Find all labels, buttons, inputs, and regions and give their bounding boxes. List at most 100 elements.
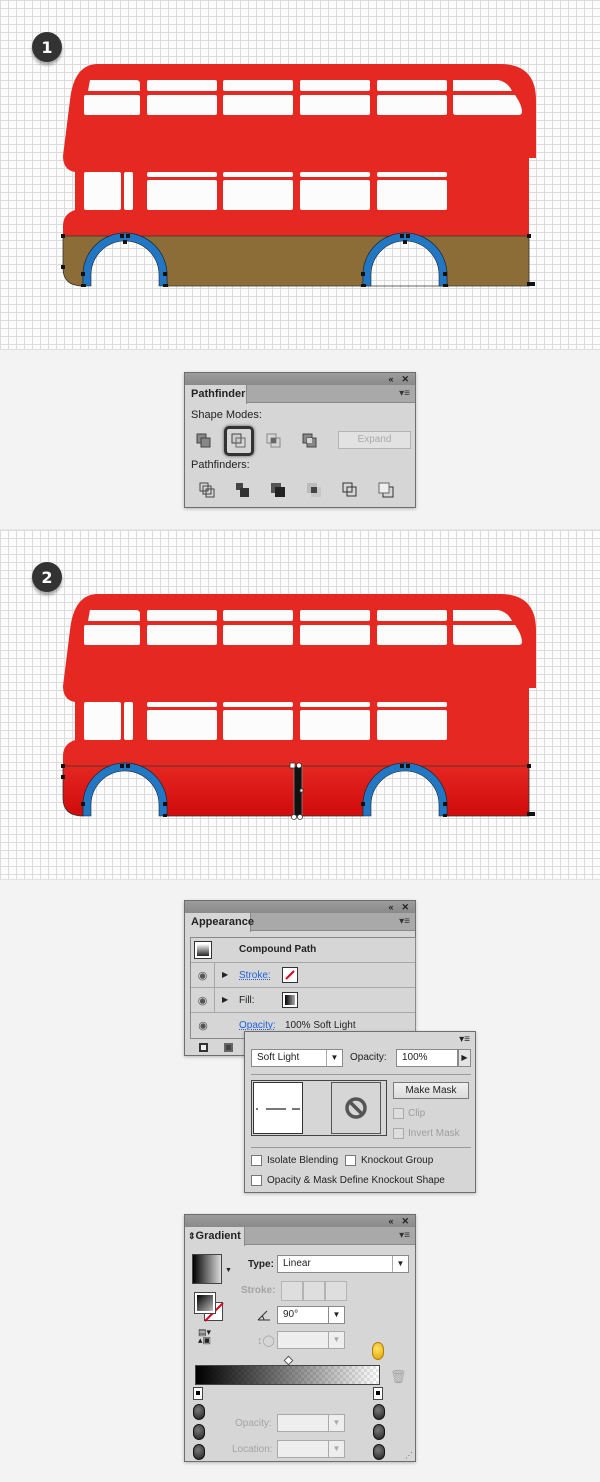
link-icon[interactable]	[373, 1424, 385, 1440]
gradient-stop-transparent[interactable]	[373, 1387, 383, 1400]
no-mask-icon	[345, 1097, 367, 1119]
panel-menu-icon[interactable]: ▾≡	[459, 1034, 470, 1045]
clip-checkbox[interactable]	[393, 1108, 404, 1119]
opacity-value: 100% Soft Light	[285, 1020, 356, 1031]
stroke-swatch[interactable]	[282, 967, 298, 983]
minus-back-icon	[378, 482, 394, 498]
panel-menu-icon[interactable]: ▾≡	[399, 1230, 410, 1241]
visibility-eye-icon[interactable]: ◉	[191, 988, 215, 1012]
fill-stroke-indicator[interactable]	[194, 1292, 225, 1323]
chevron-down-icon: ▼	[328, 1415, 344, 1431]
invert-mask-label: Invert Mask	[408, 1128, 460, 1139]
object-row[interactable]: Compound Path	[191, 938, 415, 963]
blend-mode-dropdown[interactable]: Soft Light ▼	[251, 1049, 343, 1067]
gradient-presets-arrow-icon[interactable]: ▼	[225, 1267, 232, 1274]
link-icon[interactable]	[193, 1444, 205, 1460]
merge-button[interactable]	[267, 479, 289, 501]
link-icon[interactable]	[373, 1444, 385, 1460]
expand-triangle-icon[interactable]: ▶	[222, 970, 228, 979]
collapse-icon[interactable]: «	[388, 902, 393, 912]
type-label: Type:	[248, 1259, 274, 1270]
minus-back-button[interactable]	[375, 479, 397, 501]
minus-front-button[interactable]	[228, 430, 250, 452]
collapse-icon[interactable]: «	[388, 374, 393, 384]
tab-gradient[interactable]: ⇕Gradient	[185, 1227, 245, 1246]
isolate-blending-checkbox[interactable]	[251, 1155, 262, 1166]
opacity-input[interactable]: 100%	[396, 1049, 458, 1067]
tab-appearance[interactable]: Appearance	[185, 913, 254, 932]
location-label: Location:	[232, 1444, 273, 1455]
exclude-icon	[302, 433, 317, 448]
close-icon[interactable]: ✕	[401, 902, 409, 912]
close-icon[interactable]: ✕	[401, 374, 409, 384]
type-value: Linear	[283, 1258, 311, 1269]
panel-menu-icon[interactable]: ▾≡	[399, 916, 410, 927]
stroke-along-button[interactable]	[303, 1281, 325, 1301]
intersect-button[interactable]	[263, 430, 285, 452]
expand-triangle-icon[interactable]: ▶	[222, 995, 228, 1004]
trim-icon	[236, 483, 249, 497]
opacity-mask-knockout-checkbox[interactable]	[251, 1175, 262, 1186]
gradient-stop-black[interactable]	[193, 1387, 203, 1400]
midpoint-diamond[interactable]	[283, 1355, 294, 1366]
crop-button[interactable]	[303, 479, 325, 501]
dash-preview-icon	[256, 1108, 300, 1110]
stroke-within-button[interactable]	[281, 1281, 303, 1301]
merge-icon	[271, 483, 285, 497]
chevron-down-icon: ▼	[328, 1307, 344, 1323]
make-mask-button[interactable]: Make Mask	[393, 1082, 469, 1099]
unite-button[interactable]	[193, 430, 215, 452]
stroke-across-button[interactable]	[325, 1281, 347, 1301]
divide-button[interactable]	[196, 479, 218, 501]
add-new-fill-icon[interactable]	[224, 1043, 233, 1052]
stroke-link[interactable]: Stroke:	[239, 970, 271, 981]
type-dropdown[interactable]: Linear ▼	[277, 1255, 409, 1273]
minus-front-icon	[231, 433, 246, 448]
opacity-link[interactable]: Opacity:	[239, 1020, 276, 1031]
crop-icon	[307, 483, 321, 497]
collapse-icon[interactable]: «	[388, 1216, 393, 1226]
gradient-panel: « ✕ ⇕Gradient ▾≡ ▼ ▤▾ ▴▣ Type: Linear ▼ S…	[184, 1214, 416, 1462]
opacity-slider-arrow[interactable]: ▶	[458, 1049, 471, 1067]
fill-row[interactable]: ◉ ▶ Fill:	[191, 988, 415, 1013]
visibility-eye-icon[interactable]: ◉	[191, 1013, 215, 1038]
fill-gradient-swatch[interactable]	[194, 1292, 216, 1314]
trim-button[interactable]	[231, 479, 253, 501]
expand-button[interactable]: Expand	[338, 431, 411, 449]
reverse-gradient-icon[interactable]: ▤▾ ▴▣	[198, 1328, 211, 1345]
mask-thumbnail[interactable]	[331, 1082, 381, 1134]
aspect-ratio-input[interactable]: ▼	[277, 1331, 345, 1349]
panel-titlebar[interactable]: « ✕	[185, 373, 415, 385]
panel-menu-icon[interactable]: ▾≡	[399, 388, 410, 399]
fill-swatch[interactable]	[282, 992, 298, 1008]
invert-mask-checkbox[interactable]	[393, 1128, 404, 1139]
link-icon-highlighted[interactable]	[372, 1342, 384, 1360]
tab-label: Gradient	[195, 1230, 241, 1242]
chevron-down-icon: ▼	[328, 1441, 344, 1457]
angle-input[interactable]: 90° ▼	[277, 1306, 345, 1324]
close-icon[interactable]: ✕	[401, 1216, 409, 1226]
panel-titlebar[interactable]: « ✕	[185, 901, 415, 913]
visibility-eye-icon[interactable]: ◉	[191, 963, 215, 987]
fill-label: Fill:	[239, 995, 255, 1006]
stop-location-input[interactable]: ▼	[277, 1440, 345, 1458]
stroke-row[interactable]: ◉ ▶ Stroke:	[191, 963, 415, 988]
gradient-preview-swatch[interactable]	[192, 1254, 222, 1284]
delete-stop-icon[interactable]: 🗑	[390, 1369, 407, 1385]
exclude-button[interactable]	[299, 430, 321, 452]
none-swatch-icon	[285, 970, 295, 980]
tab-pathfinder[interactable]: Pathfinder	[185, 385, 247, 404]
knockout-group-checkbox[interactable]	[345, 1155, 356, 1166]
outline-button[interactable]	[339, 479, 361, 501]
resize-grip-icon[interactable]: ⋰	[405, 1451, 413, 1460]
link-icon[interactable]	[193, 1404, 205, 1420]
opacity-label: Opacity:	[235, 1418, 272, 1429]
bus-illustration-step-1	[61, 64, 536, 287]
add-new-stroke-icon[interactable]	[199, 1043, 208, 1052]
object-thumbnail[interactable]	[253, 1082, 303, 1134]
link-icon[interactable]	[373, 1404, 385, 1420]
panel-titlebar[interactable]: « ✕	[185, 1215, 415, 1227]
link-icon[interactable]	[193, 1424, 205, 1440]
gradient-slider[interactable]	[195, 1365, 380, 1385]
stop-opacity-input[interactable]: ▼	[277, 1414, 345, 1432]
